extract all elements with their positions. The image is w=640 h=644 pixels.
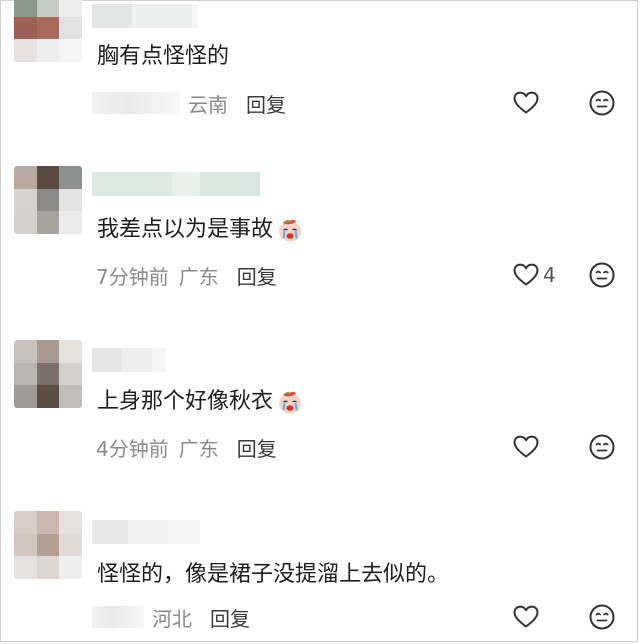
comment-meta: 7分钟前 广东 回复 [92, 260, 277, 290]
smiley-face-icon[interactable] [589, 262, 615, 288]
comment-text: 胸有点怪怪的 [97, 42, 229, 72]
smiley-face-icon[interactable] [589, 434, 615, 460]
heart-outline-icon [513, 605, 539, 629]
smiley-face-icon[interactable] [589, 604, 615, 630]
like-button[interactable] [513, 432, 539, 462]
avatar[interactable] [14, 340, 82, 408]
reply-button[interactable]: 回复 [237, 261, 277, 290]
comment-text-content: 上身那个好像秋衣 [97, 389, 274, 414]
comment-text: 上身那个好像秋衣 [97, 387, 303, 417]
crying-face-emoji [277, 217, 303, 243]
reply-button[interactable]: 回复 [237, 433, 277, 462]
heart-outline-icon [513, 435, 539, 459]
smiley-face-icon[interactable] [589, 90, 615, 116]
comment-region: 云南 [188, 92, 228, 117]
like-button[interactable]: 4 [513, 260, 556, 290]
heart-outline-icon [513, 91, 539, 115]
username-blurred[interactable] [92, 172, 260, 196]
comment-region: 河北 [152, 606, 192, 631]
reply-button[interactable]: 回复 [210, 603, 250, 632]
comment-text-content: 胸有点怪怪的 [97, 44, 230, 69]
like-button[interactable] [513, 602, 539, 632]
comment-time: 4分钟前 [96, 436, 169, 461]
comment-text-content: 我差点以为是事故 [97, 217, 274, 242]
time-blurred [92, 92, 180, 114]
username-blurred[interactable] [92, 4, 198, 28]
reply-button[interactable]: 回复 [246, 89, 286, 118]
comment-meta: 4分钟前 广东 回复 [92, 432, 277, 462]
comment-text-content: 怪怪的，像是裙子没提溜上去似的。 [97, 562, 450, 587]
like-count: 4 [543, 263, 556, 287]
like-button[interactable] [513, 88, 539, 118]
username-blurred[interactable] [92, 348, 166, 372]
avatar[interactable] [14, 166, 82, 234]
comment-time: 7分钟前 [96, 264, 169, 289]
comment-meta: 河北 回复 [92, 602, 250, 632]
comment-region: 广东 [178, 436, 219, 461]
heart-outline-icon [513, 263, 539, 287]
comment-text: 怪怪的，像是裙子没提溜上去似的。 [97, 560, 449, 590]
comment-text: 我差点以为是事故 [97, 215, 303, 245]
comment-meta: 云南 回复 [92, 88, 286, 118]
time-blurred [92, 606, 144, 628]
crying-face-emoji [277, 389, 303, 415]
username-blurred[interactable] [92, 520, 200, 544]
avatar[interactable] [14, 0, 82, 62]
avatar[interactable] [14, 511, 82, 579]
comment-region: 广东 [178, 264, 219, 289]
